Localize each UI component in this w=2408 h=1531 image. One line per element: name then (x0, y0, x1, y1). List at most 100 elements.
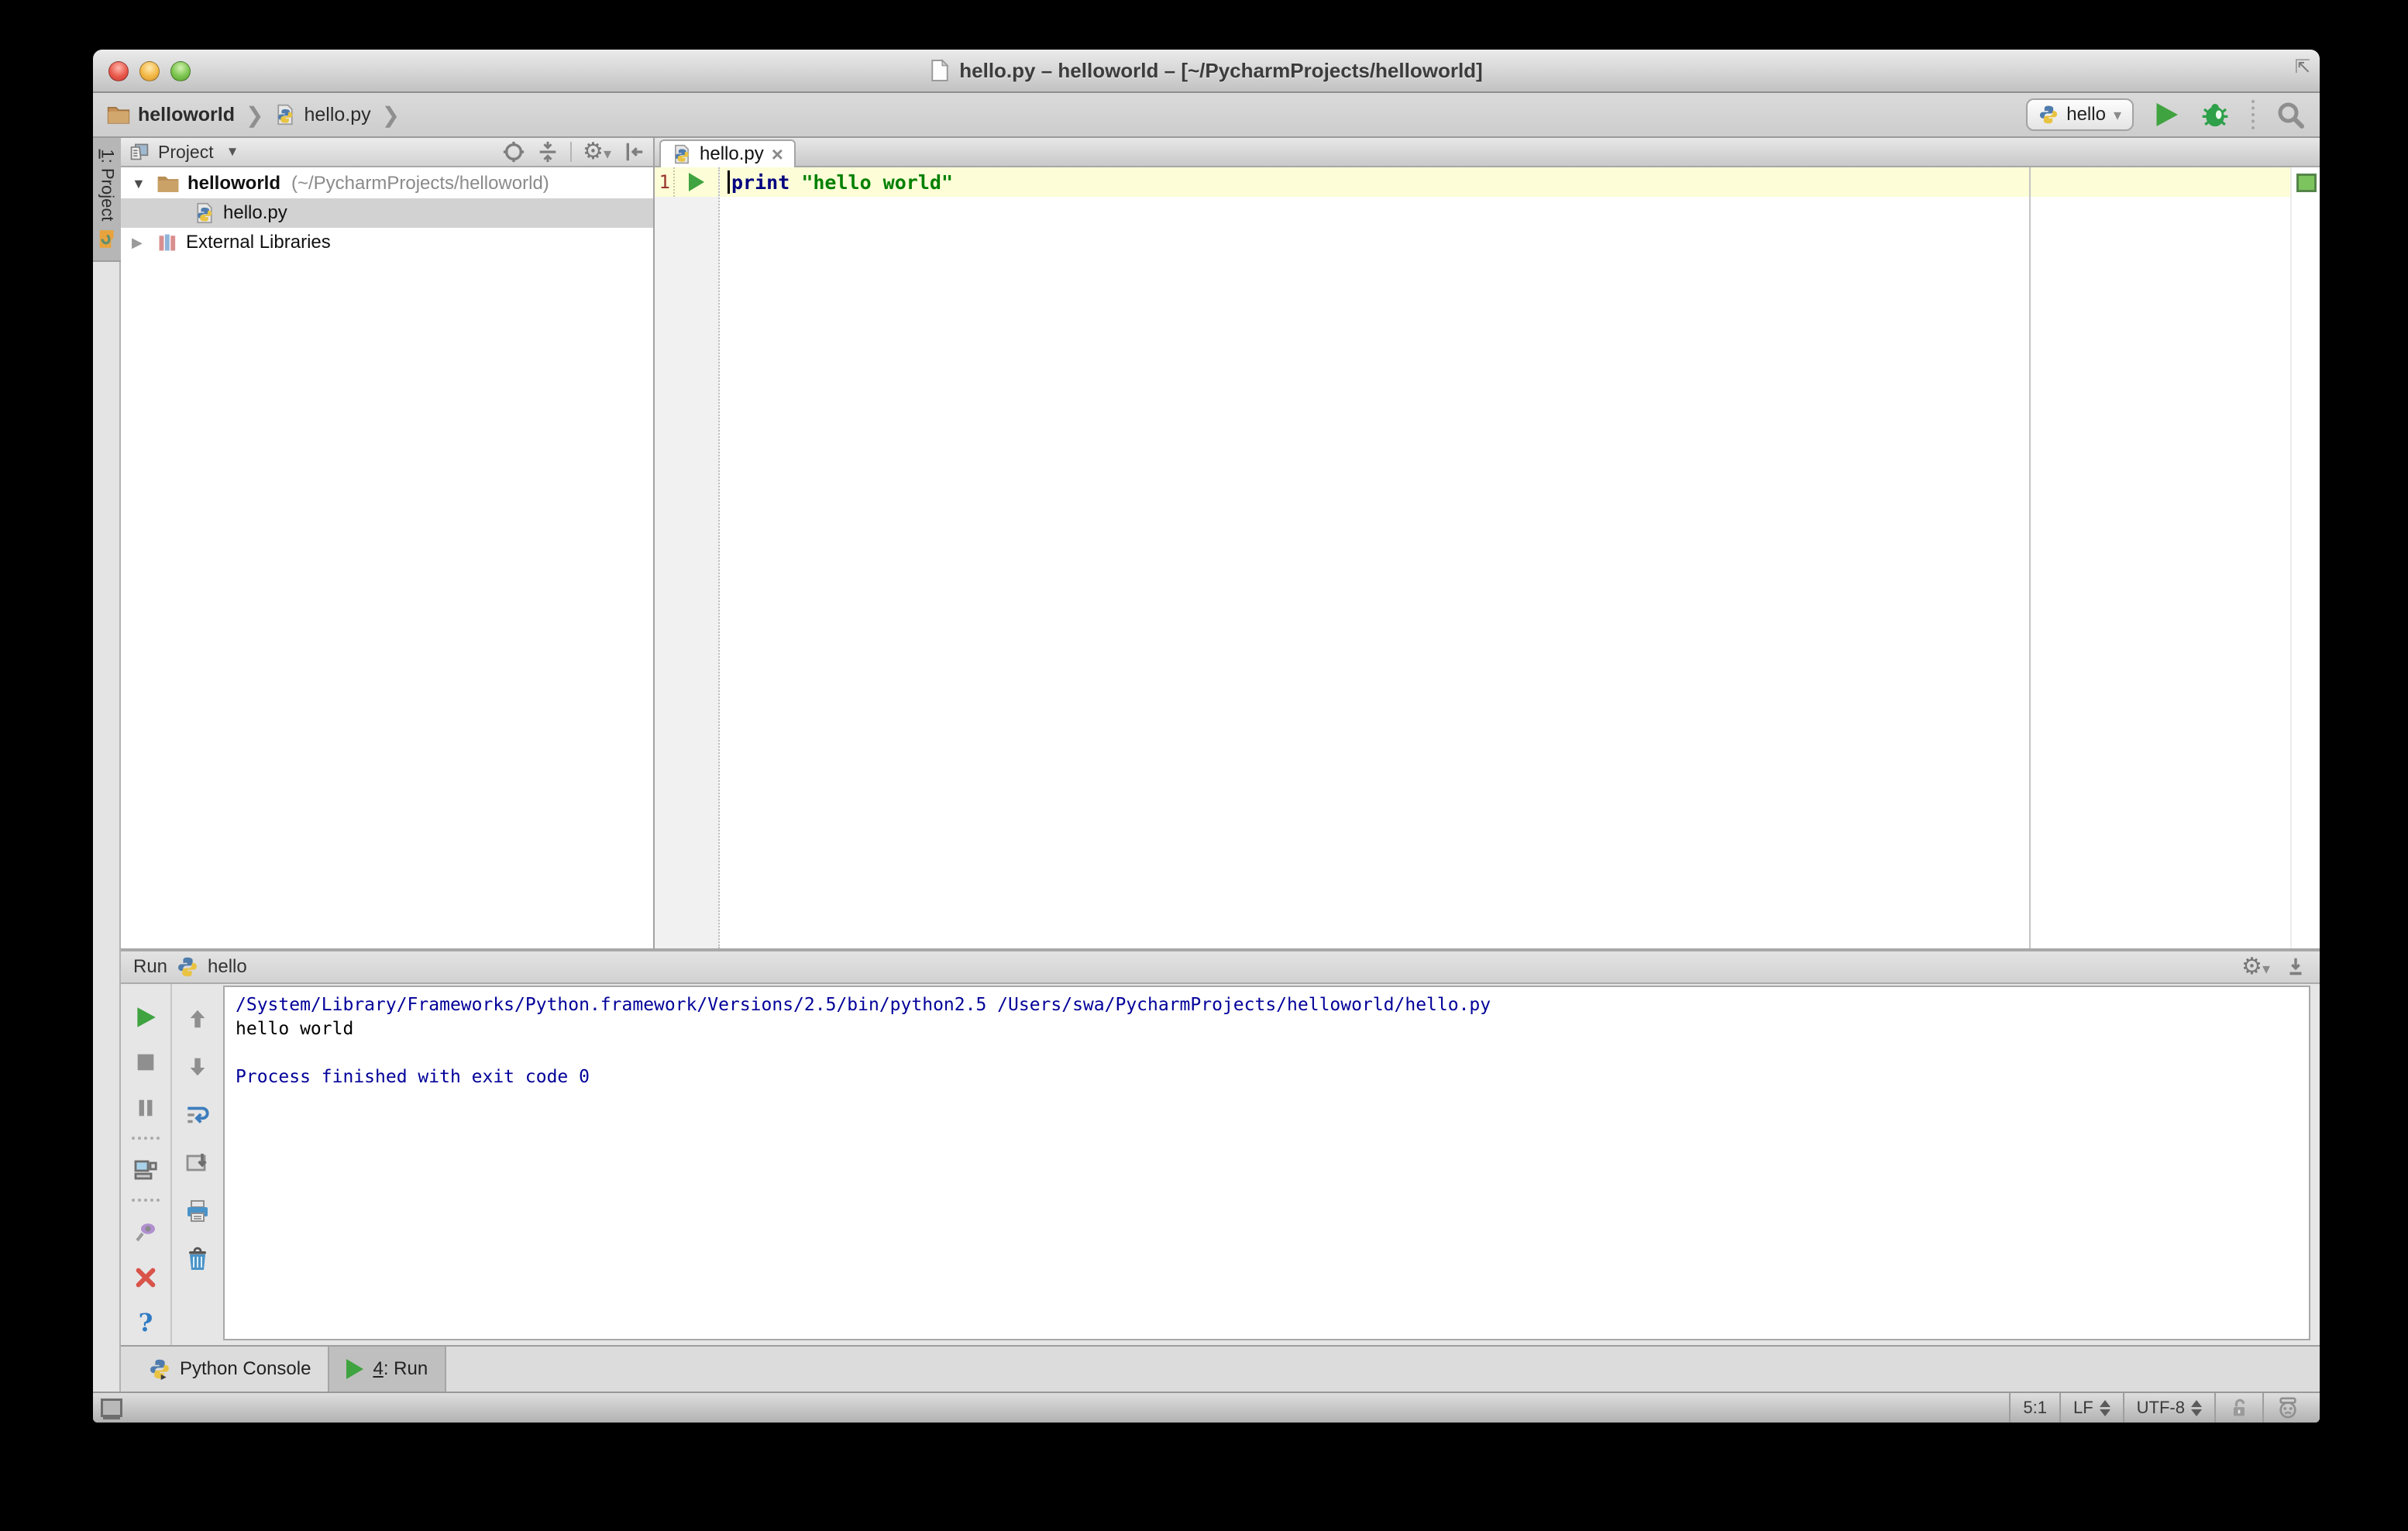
project-folder-icon (157, 176, 179, 192)
ide-body: 1: Project Project ▼ ⚙▾ ▼ helloworld (~/… (93, 138, 2320, 1392)
run-panel-label: Run (133, 956, 168, 977)
project-tool-window-tab[interactable]: 1: Project (93, 138, 121, 262)
gear-icon: ⚙ (2241, 953, 2262, 979)
python-logo-icon (178, 957, 197, 977)
pycharm-window: hello.py – helloworld – [~/PycharmProjec… (93, 50, 2320, 1423)
error-stripe[interactable] (2290, 167, 2320, 948)
project-stripe-icon (99, 230, 114, 248)
clear-all-button[interactable] (172, 1235, 223, 1283)
folder-icon (107, 107, 130, 124)
right-margin-line (2029, 167, 2031, 948)
down-stack-trace-button[interactable] (172, 1043, 223, 1091)
tree-row-root[interactable]: ▼ helloworld (~/PycharmProjects/hellowor… (121, 169, 653, 198)
window-title-wrap: hello.py – helloworld – [~/PycharmProjec… (930, 59, 1483, 83)
run-panel-body: ? /System/Library/Frameworks/Python.fram… (121, 984, 2320, 1345)
locate-icon[interactable] (502, 140, 525, 163)
panel-settings-button[interactable]: ⚙▾ (583, 140, 611, 163)
run-configuration-select[interactable]: hello ▾ (2026, 98, 2134, 131)
caret-position-widget[interactable]: 5:1 (2009, 1393, 2059, 1423)
rerun-play-icon (137, 1007, 156, 1027)
project-panel-header: Project ▼ ⚙▾ (121, 138, 653, 167)
console-stdout-line: hello world (236, 1019, 354, 1039)
encoding-widget[interactable]: UTF-8 (2122, 1393, 2214, 1423)
project-tree: ▼ helloworld (~/PycharmProjects/hellowor… (121, 167, 653, 948)
editor-gutter: 1 (655, 167, 720, 948)
stop-button[interactable] (121, 1040, 170, 1085)
run-settings-button[interactable]: ⚙▾ (2241, 955, 2270, 979)
hide-panel-icon[interactable] (622, 140, 645, 163)
updown-arrows-icon (2099, 1399, 2110, 1416)
tool-window-stripe: 1: Project (93, 138, 121, 1392)
editor-tab-hello-py[interactable]: hello.py × (659, 139, 796, 167)
collapse-arrow-icon[interactable]: ▶ (132, 235, 149, 251)
search-icon[interactable] (2275, 99, 2306, 130)
print-button[interactable] (172, 1187, 223, 1235)
resize-grip-icon[interactable]: ⇱ (2295, 56, 2310, 78)
editor-body[interactable]: 1 print "hello world" (655, 167, 2320, 948)
code-keyword: print (731, 170, 790, 194)
run-tool-window: Run hello ⚙▾ ? /System/Library/Framework… (121, 948, 2320, 1392)
help-button[interactable]: ? (121, 1300, 170, 1345)
pause-output-button[interactable] (121, 1085, 170, 1130)
hector-inspector-icon (2279, 1397, 2296, 1419)
run-toolbar: ? (121, 984, 223, 1345)
python-console-tab-label: Python Console (180, 1358, 311, 1379)
pin-tab-button[interactable] (121, 1209, 170, 1254)
run-button[interactable] (2151, 99, 2182, 130)
stop-icon (137, 1054, 154, 1071)
run-tab[interactable]: 4: Run (328, 1347, 447, 1392)
inspection-ok-indicator[interactable] (2296, 174, 2317, 192)
python-file-icon (197, 202, 212, 224)
tree-row-libraries[interactable]: ▶ External Libraries (121, 228, 653, 257)
line-separator-widget[interactable]: LF (2059, 1393, 2123, 1423)
python-file-icon (277, 104, 294, 126)
code-string: "hello world" (801, 170, 953, 194)
toggle-toolwindow-bars-button[interactable] (101, 1399, 122, 1417)
zoom-window-button[interactable] (170, 61, 191, 81)
updown-arrows-icon (2191, 1399, 2202, 1416)
breadcrumb-project[interactable]: helloworld (138, 104, 235, 126)
chevron-right-icon: ❯ (246, 102, 264, 127)
title-bar: hello.py – helloworld – [~/PycharmProjec… (93, 50, 2320, 93)
run-panel-tab-name[interactable]: hello (208, 956, 247, 978)
chevron-down-icon[interactable]: ▼ (226, 144, 239, 160)
tree-row-file[interactable]: hello.py (121, 198, 653, 228)
unlock-icon (2234, 1399, 2245, 1416)
code-line-1: print "hello world" (720, 167, 2290, 197)
python-console-tab[interactable]: Python Console (132, 1347, 328, 1392)
project-view-icon (130, 143, 149, 160)
arrow-down-icon (190, 1058, 205, 1076)
breadcrumb-file[interactable]: hello.py (304, 104, 370, 126)
header-separator (570, 142, 573, 162)
arrow-up-icon (190, 1010, 205, 1028)
rerun-button[interactable] (121, 995, 170, 1040)
code-area[interactable]: print "hello world" (720, 167, 2290, 948)
line-separator-value: LF (2073, 1398, 2093, 1417)
up-stack-trace-button[interactable] (172, 995, 223, 1043)
minimize-window-button[interactable] (139, 61, 160, 81)
highlighting-level-widget[interactable] (2262, 1393, 2312, 1423)
expand-arrow-icon[interactable]: ▼ (132, 176, 149, 192)
close-tab-icon[interactable]: × (772, 144, 783, 164)
close-console-button[interactable] (121, 1254, 170, 1299)
readonly-lock-widget[interactable] (2214, 1393, 2262, 1423)
show-console-layout-button[interactable] (121, 1147, 170, 1192)
run-line-marker[interactable] (675, 173, 718, 191)
python-logo-icon (2040, 105, 2058, 124)
toolbar-separator (132, 1199, 160, 1202)
close-window-button[interactable] (108, 61, 129, 81)
tree-file-name: hello.py (223, 202, 287, 223)
pause-icon (139, 1099, 153, 1116)
hide-panel-down-icon[interactable] (2284, 955, 2307, 979)
editor-tab-bar: hello.py × (655, 138, 2320, 167)
scroll-to-end-button[interactable] (172, 1139, 223, 1187)
tree-libraries-label: External Libraries (186, 232, 331, 253)
collapse-all-icon[interactable] (536, 140, 559, 163)
run-console-output[interactable]: /System/Library/Frameworks/Python.framew… (223, 986, 2310, 1340)
toolbar-separator (2251, 100, 2255, 129)
project-panel-title[interactable]: Project (158, 142, 214, 163)
soft-wrap-button[interactable] (172, 1091, 223, 1139)
tree-root-name: helloworld (187, 173, 280, 194)
debug-button[interactable] (2199, 99, 2231, 130)
